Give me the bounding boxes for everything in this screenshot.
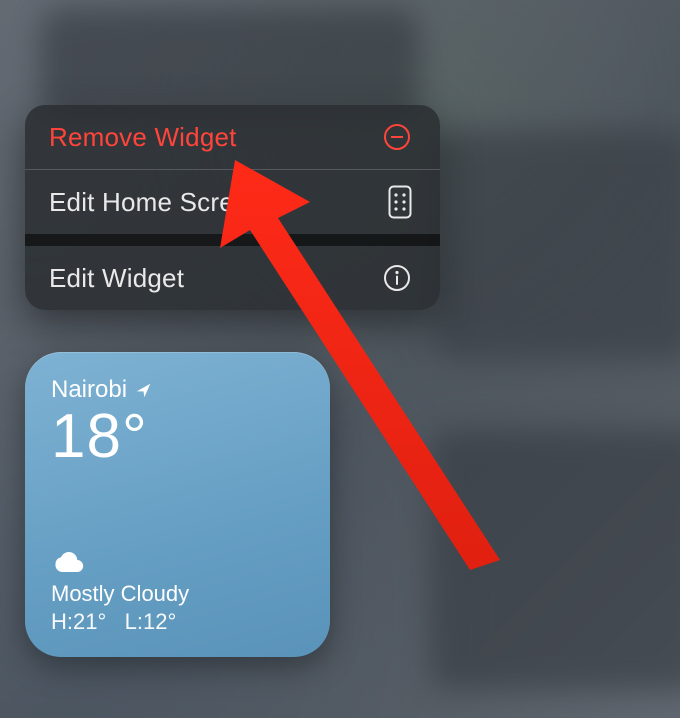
background-blur	[430, 430, 680, 690]
menu-section-gap	[25, 234, 440, 246]
widget-low-label: L:	[125, 609, 143, 634]
location-arrow-icon	[135, 382, 152, 399]
widget-condition: Mostly Cloudy	[51, 581, 304, 607]
menu-item-remove-widget[interactable]: Remove Widget	[25, 105, 440, 169]
background-blur	[435, 130, 680, 360]
widget-low: 12°	[143, 609, 176, 634]
cloud-icon	[51, 551, 304, 575]
widget-hilo: H:21° L:12°	[51, 609, 304, 635]
menu-item-label: Remove Widget	[49, 122, 237, 153]
menu-item-label: Edit Widget	[49, 263, 184, 294]
widget-high-label: H:	[51, 609, 73, 634]
menu-item-edit-home-screen[interactable]: Edit Home Screen	[25, 170, 440, 234]
widget-temperature: 18°	[51, 406, 304, 468]
weather-widget[interactable]: Nairobi 18° Mostly Cloudy H:21° L:12°	[25, 352, 330, 657]
widget-high: 21°	[73, 609, 106, 634]
info-circle-icon	[382, 263, 412, 293]
menu-item-edit-widget[interactable]: Edit Widget	[25, 246, 440, 310]
context-menu: Remove Widget Edit Home Screen Edit Widg…	[25, 105, 440, 310]
widget-location-row: Nairobi	[51, 376, 304, 404]
background-blur	[40, 8, 420, 118]
widget-location: Nairobi	[51, 376, 127, 404]
menu-item-label: Edit Home Screen	[49, 187, 263, 218]
apps-grid-icon	[388, 185, 412, 219]
minus-circle-icon	[382, 122, 412, 152]
